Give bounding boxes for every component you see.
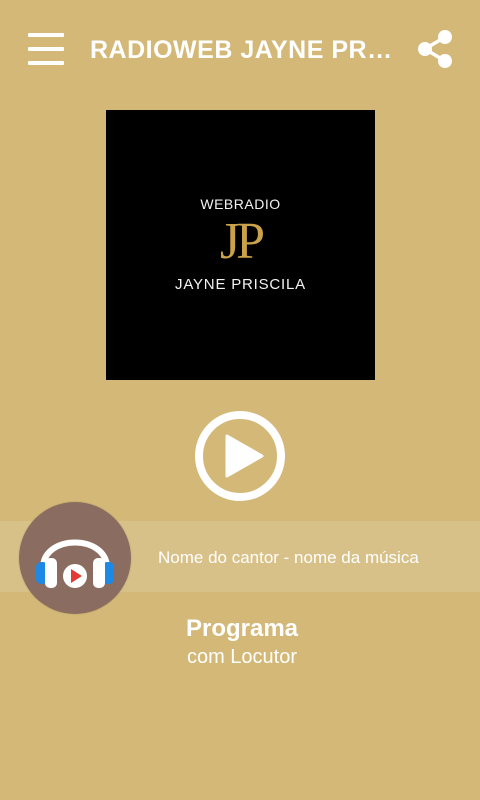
headphones-icon <box>36 539 114 588</box>
program-avatar <box>19 502 131 614</box>
share-icon[interactable] <box>414 28 456 70</box>
program-host: com Locutor <box>186 646 298 668</box>
program-name: Programa <box>185 615 299 642</box>
logo-brand-text: JAYNE PRISCILA <box>175 276 306 293</box>
station-logo: WEBRADIO JP JAYNE PRISCILA <box>106 110 375 380</box>
now-playing-text: Nome do cantor - nome da música <box>158 548 419 567</box>
app-bar: RADIOWEB JAYNE PRISCILA <box>0 0 480 100</box>
logo-top-text: WEBRADIO <box>200 196 281 212</box>
page-title: RADIOWEB JAYNE PRISCILA <box>90 36 395 64</box>
program-info: Programa com Locutor <box>140 614 344 670</box>
logo-monogram: JP <box>219 213 265 270</box>
play-icon <box>195 411 285 501</box>
play-button[interactable] <box>194 410 286 502</box>
menu-icon[interactable] <box>28 33 64 65</box>
